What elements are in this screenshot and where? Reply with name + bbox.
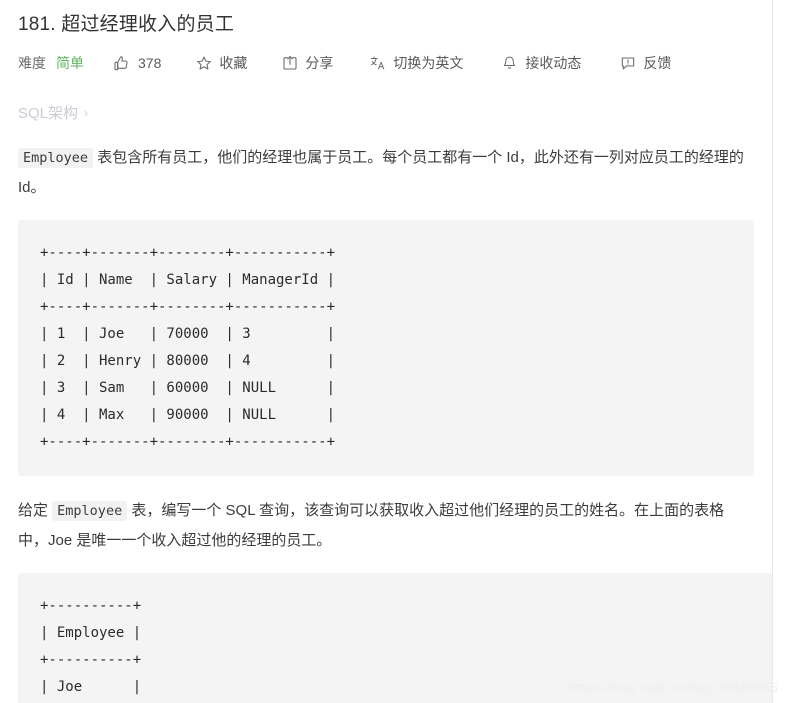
subscribe-label: 接收动态: [525, 55, 582, 71]
bell-icon: [501, 55, 518, 72]
favorite-button[interactable]: 收藏: [195, 55, 247, 72]
thumbs-up-icon: [112, 55, 129, 72]
description-paragraph: Employee 表包含所有员工，他们的经理也属于员工。每个员工都有一个 Id，…: [18, 143, 754, 202]
page-title: 181. 超过经理收入的员工: [18, 14, 235, 35]
breadcrumb-item-sql-schema[interactable]: SQL架构: [18, 102, 78, 123]
subscribe-button[interactable]: 接收动态: [501, 55, 581, 72]
result-table-ascii: +----------+ | Employee | +----------+ |…: [40, 598, 142, 695]
employee-table-codeblock: +----+-------+--------+-----------+ | Id…: [18, 220, 754, 476]
chevron-right-icon: ›: [84, 105, 89, 120]
translate-icon: [369, 55, 386, 72]
share-label: 分享: [305, 55, 334, 71]
star-icon: [195, 55, 212, 72]
result-table-codeblock: +----------+ | Employee | +----------+ |…: [18, 573, 772, 703]
like-button[interactable]: 378: [112, 55, 161, 72]
breadcrumb[interactable]: SQL架构 ›: [18, 102, 754, 123]
description-text: 表包含所有员工，他们的经理也属于员工。每个员工都有一个 Id，此外还有一列对应员…: [18, 149, 744, 196]
question-prefix: 给定: [18, 502, 53, 519]
article-page: 181. 超过经理收入的员工 难度 简单 378 收藏 分享 切换为英文 接收动…: [0, 0, 773, 703]
article-toolbar: 难度 简单 378 收藏 分享 切换为英文 接收动态 反馈: [18, 46, 754, 80]
like-count: 378: [138, 55, 162, 71]
inline-code-employee-2: Employee: [52, 501, 128, 521]
translate-button[interactable]: 切换为英文: [369, 55, 463, 72]
feedback-icon: [619, 55, 636, 72]
question-paragraph: 给定 Employee 表，编写一个 SQL 查询，该查询可以获取收入超过他们经…: [18, 496, 754, 555]
translate-label: 切换为英文: [393, 55, 464, 71]
employee-table-ascii: +----+-------+--------+-----------+ | Id…: [40, 245, 336, 450]
inline-code-employee: Employee: [18, 148, 94, 168]
share-icon: [281, 55, 298, 72]
difficulty-indicator: 难度 简单: [18, 56, 84, 70]
difficulty-value: 简单: [56, 55, 84, 71]
favorite-label: 收藏: [219, 55, 248, 71]
difficulty-label: 难度: [18, 55, 46, 71]
feedback-label: 反馈: [643, 55, 672, 71]
feedback-button[interactable]: 反馈: [619, 55, 671, 72]
share-button[interactable]: 分享: [281, 55, 333, 72]
article-inner: 181. 超过经理收入的员工 难度 简单 378 收藏 分享 切换为英文 接收动…: [0, 0, 772, 703]
